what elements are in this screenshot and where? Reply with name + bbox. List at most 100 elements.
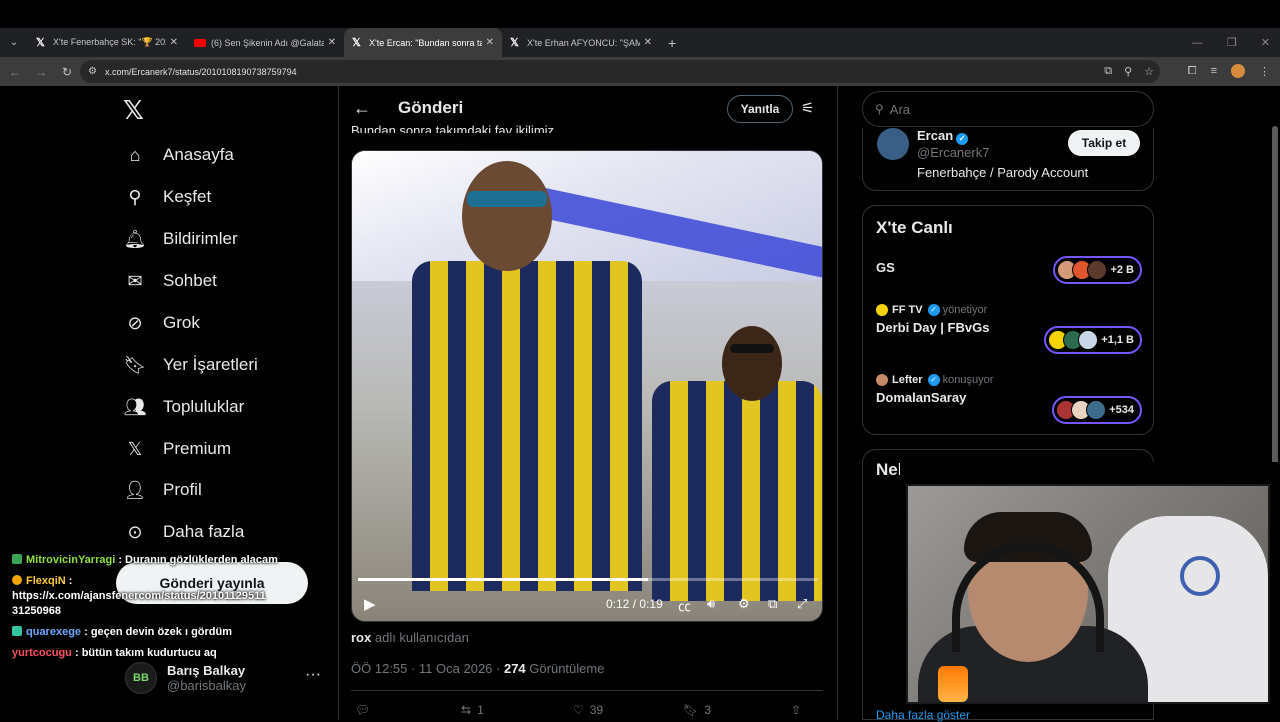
new-tab-icon[interactable]: +	[668, 35, 676, 51]
sidebar-item-profile[interactable]: 👤︎ Profil	[124, 479, 202, 501]
sidebar-item-label: Topluluklar	[163, 397, 245, 416]
settings-icon[interactable]: ⚙	[738, 596, 750, 612]
chat-badge-icon	[12, 554, 22, 564]
more-dots-icon[interactable]: ···	[305, 666, 321, 684]
back-arrow-icon[interactable]: ←	[353, 98, 371, 119]
minimize-icon[interactable]: —	[1192, 37, 1203, 49]
listener-avatar	[1086, 400, 1107, 420]
space-item[interactable]: GS +2 B	[876, 256, 1142, 284]
sidebar-item-label: Bildirimler	[163, 229, 238, 248]
zoom-icon[interactable]: ⚲	[1124, 65, 1132, 78]
scrollbar-thumb[interactable]	[1272, 126, 1278, 476]
tab-search-icon[interactable]: ⌄	[0, 28, 28, 57]
space-listeners: +534	[1052, 396, 1142, 424]
sidebar-item-grok[interactable]: ⊘ Grok	[124, 312, 199, 334]
x-logo-icon[interactable]: 𝕏	[123, 96, 144, 126]
credit-user[interactable]: rox	[351, 630, 371, 645]
chat-text: 31250968	[12, 605, 61, 617]
back-arrow-icon[interactable]: ←	[2, 65, 28, 79]
space-listeners: +2 B	[1053, 256, 1142, 284]
space-host: FF TV ✓ yönetiyor	[876, 304, 1142, 316]
author-bio: Fenerbahçe / Parody Account	[917, 165, 1089, 180]
youtube-favicon-icon	[194, 38, 206, 47]
space-item[interactable]: Lefter ✓ konuşuyor DomalanSaray +534	[876, 374, 1142, 424]
browser-tab-4[interactable]: 𝕏 X'te Erhan AFYONCU: "ŞAMPİYO ✕	[502, 28, 660, 57]
follow-button[interactable]: Takip et	[1068, 130, 1140, 156]
avatar[interactable]	[877, 128, 909, 160]
page-scrollbar[interactable]	[1270, 86, 1280, 720]
search-input[interactable]: ⚲ Ara	[862, 91, 1154, 127]
url-field[interactable]: ⚙ x.com/Ercanerk7/status/201010819073875…	[80, 60, 1160, 83]
host-name: FF TV	[892, 304, 923, 316]
extensions-icon[interactable]: ⧠	[1188, 65, 1197, 78]
sidebar-item-notifications[interactable]: 🔔︎ Bildirimler	[124, 228, 238, 250]
search-placeholder: Ara	[889, 101, 911, 117]
search-icon: ⚲	[128, 186, 142, 207]
url-text: x.com/Ercanerk7/status/20101081907387597…	[104, 66, 297, 77]
sidebar-item-bookmarks[interactable]: 🔖︎ Yer İşaretleri	[124, 354, 258, 376]
video-player[interactable]: ▶ 0:12 / 0:19 ㏄ 🔊︎ ⚙ ⧉ ⤢	[351, 150, 823, 622]
bell-icon: 🔔︎	[123, 228, 147, 249]
browser-tab-3[interactable]: 𝕏 X'te Ercan: "Bundan sonra takım ✕	[344, 28, 502, 57]
install-icon[interactable]: ⧉	[1104, 65, 1112, 78]
verified-badge-icon: ✓	[927, 304, 940, 316]
credit-suffix: adlı kullanıcıdan	[374, 630, 469, 645]
sidebar-item-premium[interactable]: 𝕏 Premium	[124, 438, 231, 460]
close-tab-icon[interactable]: ✕	[170, 37, 178, 48]
site-info-icon[interactable]: ⚙	[88, 66, 97, 77]
people-icon: 👥︎	[123, 396, 147, 417]
reply-button[interactable]: Yanıtla	[727, 95, 793, 123]
fullscreen-icon[interactable]: ⤢	[797, 596, 807, 612]
sidebar-item-more[interactable]: ⊙ Daha fazla	[124, 521, 244, 543]
bookmark-icon: 🔖︎	[123, 354, 147, 375]
sidebar-item-home[interactable]: ⌂ Anasayfa	[124, 144, 234, 166]
sidebar-item-communities[interactable]: 👥︎ Topluluklar	[123, 396, 245, 418]
share-action[interactable]: ⇧	[791, 703, 801, 717]
video-frame	[652, 381, 822, 601]
video-progress-bar[interactable]	[358, 578, 818, 581]
menu-dots-icon[interactable]: ⋮	[1259, 65, 1270, 78]
chat-text: : geçen devin özek ı gördüm	[84, 626, 233, 638]
sidebar-item-explore[interactable]: ⚲ Keşfet	[124, 186, 211, 208]
tab-title: X'te Ercan: "Bundan sonra takım	[369, 37, 482, 48]
restore-icon[interactable]: ❐	[1227, 36, 1237, 49]
profile-avatar-icon[interactable]	[1231, 64, 1245, 78]
share-icon: ⇧	[791, 703, 802, 717]
sliders-icon[interactable]: ⚟	[801, 99, 814, 117]
chat-message: FlexqiN : https://x.com/ajansfenercom/sta…	[12, 574, 312, 619]
captions-icon[interactable]: ㏄	[678, 596, 691, 615]
forward-arrow-icon[interactable]: →	[28, 65, 54, 79]
volume-icon[interactable]: 🔊︎	[707, 596, 715, 612]
bookmark-action[interactable]: 🔖︎ 3	[683, 703, 791, 717]
chat-user: quarexege	[26, 626, 82, 638]
close-tab-icon[interactable]: ✕	[486, 37, 494, 48]
divider	[351, 690, 823, 691]
sidebar-item-chat[interactable]: ✉ Sohbet	[124, 270, 216, 292]
browser-tab-1[interactable]: 𝕏 X'te Fenerbahçe SK: "🏆 2025 'i ✕	[28, 28, 186, 57]
chair-logo-icon	[1180, 556, 1220, 596]
url-actions: ⧉ ⚲ ☆	[1104, 65, 1154, 78]
play-icon[interactable]: ▶	[364, 595, 376, 613]
author-name[interactable]: Ercan ✓	[917, 128, 969, 145]
reply-action[interactable]: 💬︎	[355, 703, 461, 717]
close-tab-icon[interactable]: ✕	[644, 37, 652, 48]
mail-icon: ✉	[127, 270, 143, 291]
post-time[interactable]: ÖÖ 12:55 · 11 Oca 2026 ·	[351, 661, 500, 676]
webcam-overlay	[906, 484, 1270, 704]
close-window-icon[interactable]: ✕	[1261, 36, 1270, 49]
space-item[interactable]: FF TV ✓ yönetiyor Derbi Day | FBvGs +1,1 …	[876, 304, 1142, 354]
post-actions: 💬︎ ⇆ 1 ♡ 39 🔖︎ 3 ⇧	[355, 703, 821, 717]
x-favicon-icon: 𝕏	[352, 37, 361, 49]
close-tab-icon[interactable]: ✕	[328, 37, 336, 48]
pip-icon[interactable]: ⧉	[768, 596, 777, 612]
reload-icon[interactable]: ↻	[54, 65, 80, 79]
bookmark-star-icon[interactable]: ☆	[1144, 65, 1154, 78]
reply-icon: 💬︎	[355, 703, 371, 717]
media-icon[interactable]: ≡	[1211, 65, 1217, 77]
author-handle: @Ercanerk7	[917, 145, 990, 160]
like-action[interactable]: ♡ 39	[573, 703, 683, 717]
chat-message: quarexege : geçen devin özek ı gördüm	[12, 625, 312, 640]
retweet-action[interactable]: ⇆ 1	[461, 703, 573, 717]
tab-strip: ⌄ 𝕏 X'te Fenerbahçe SK: "🏆 2025 'i ✕ (6)…	[0, 28, 1280, 57]
browser-tab-2[interactable]: (6) Sen Şikenin Adı @Galatasar ✕	[186, 28, 344, 57]
